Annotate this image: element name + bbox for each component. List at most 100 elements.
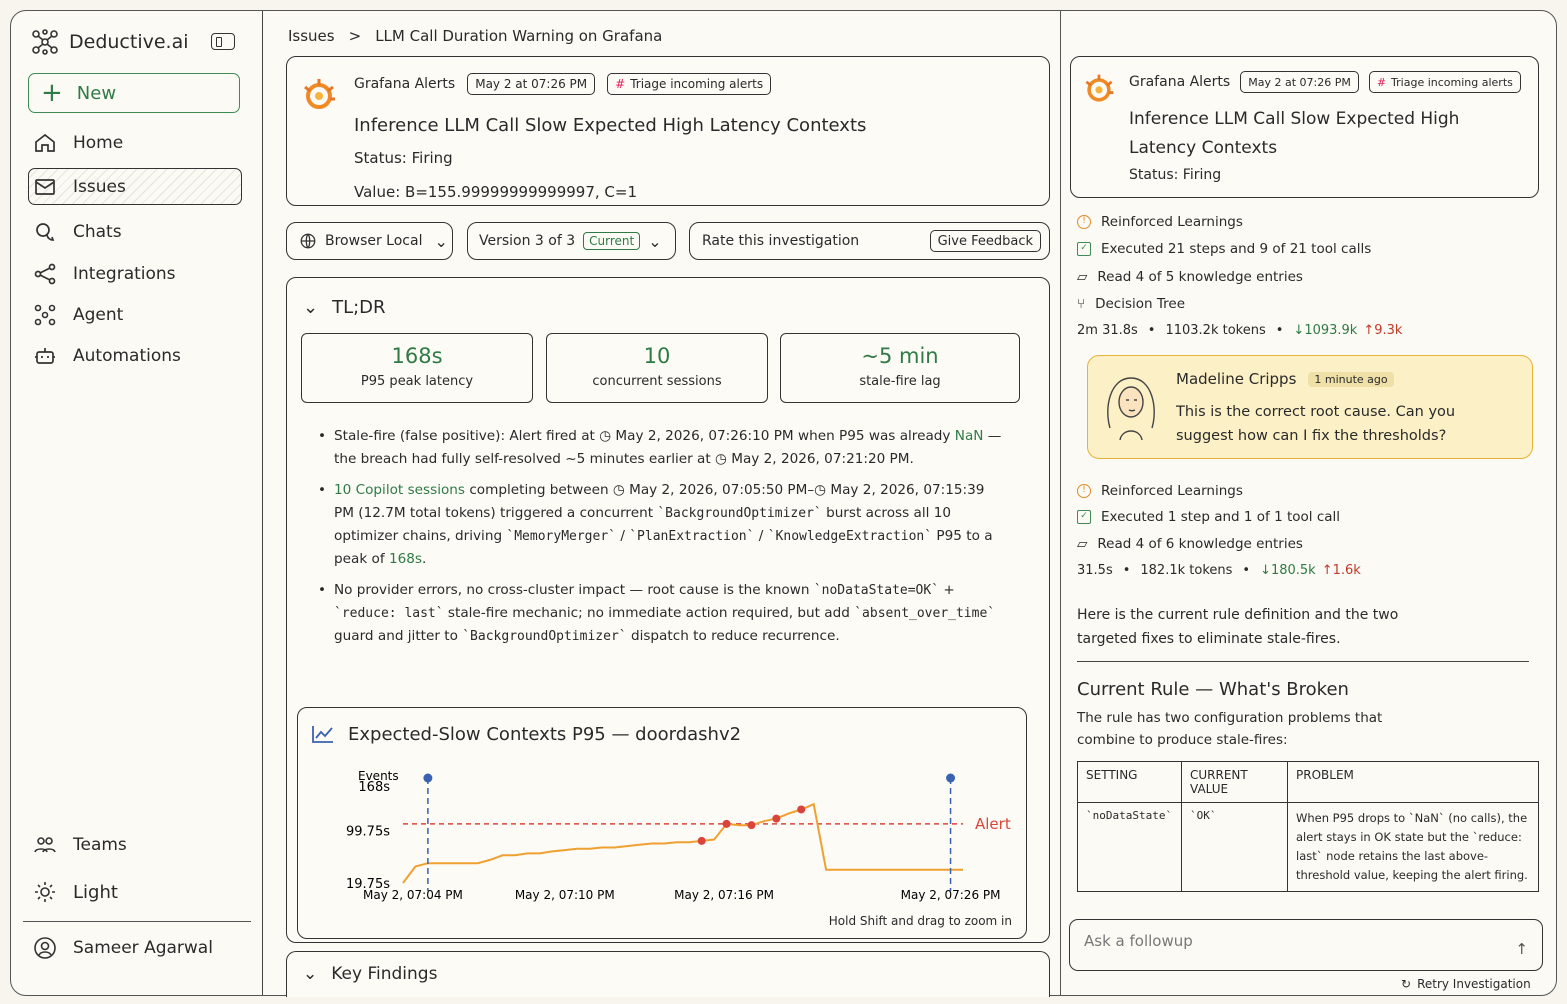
clock-icon: ◷ — [814, 482, 827, 498]
reinforced-learnings[interactable]: ! Reinforced Learnings — [1077, 483, 1243, 499]
current-version-badge: Current — [583, 232, 641, 250]
app-window: Deductive.ai + New Home Issues Chats Inte… — [10, 10, 1557, 997]
y-tick-label: 168s — [358, 780, 390, 795]
copilot-sessions-link[interactable]: 10 Copilot sessions — [334, 482, 465, 498]
panel-divider — [1060, 11, 1061, 995]
theme-label: Light — [73, 881, 118, 903]
tldr-list: Stale-fire (false positive): Alert fired… — [316, 425, 1006, 656]
tldr-toggle[interactable]: ⌄ TL;DR — [303, 297, 386, 318]
followup-placeholder: Ask a followup — [1084, 932, 1193, 950]
sidebar-item-label: Agent — [73, 305, 124, 325]
workflow-label: Triage incoming alerts — [1391, 75, 1513, 89]
stat-card: ~5 min stale-fire lag — [780, 333, 1020, 403]
executed-steps[interactable]: ✓ Executed 21 steps and 9 of 21 tool call… — [1077, 241, 1371, 257]
alert-status: Status: Firing — [1129, 167, 1222, 183]
chevron-down-icon: ⌄ — [303, 297, 319, 318]
data-point — [772, 814, 781, 823]
sidebar-item-chats[interactable]: Chats — [33, 220, 122, 244]
sidebar-item-automations[interactable]: Automations — [33, 344, 181, 368]
data-point — [797, 805, 806, 814]
x-tick-label: May 2, 07:10 PM — [515, 888, 615, 902]
slack-icon: # — [615, 77, 626, 91]
alert-title: Inference LLM Call Slow Expected High La… — [354, 115, 867, 136]
data-point — [697, 836, 706, 845]
clock-icon: ◷ — [715, 451, 727, 467]
step-label: Decision Tree — [1095, 296, 1186, 312]
line-chart[interactable]: Events168s99.75s19.75sAlertMay 2, 07:04 … — [298, 758, 1026, 938]
x-tick-label: May 2, 07:04 PM — [363, 888, 463, 902]
sidebar-toggle-icon[interactable] — [211, 33, 235, 50]
check-square-icon: ✓ — [1077, 242, 1091, 256]
send-arrow-icon[interactable]: ↑ — [1515, 940, 1528, 958]
sidebar-item-label: Chats — [73, 222, 122, 242]
home-icon — [35, 133, 55, 152]
rule-description: The rule has two configuration problems … — [1077, 710, 1383, 748]
theme-toggle[interactable]: Light — [33, 880, 118, 904]
avatar — [1107, 377, 1155, 441]
workflow-badge[interactable]: # Triage incoming alerts — [1368, 71, 1521, 93]
table-cell: `OK` — [1181, 802, 1288, 892]
sidebar-item-label: Automations — [73, 346, 181, 366]
reinforced-learnings[interactable]: ! Reinforced Learnings — [1077, 214, 1243, 230]
commenter-name: Madeline Cripps — [1176, 370, 1297, 388]
stat-label: concurrent sessions — [592, 374, 722, 389]
x-tick-label: May 2, 07:16 PM — [674, 888, 774, 902]
sidebar: Deductive.ai + New Home Issues Chats Inte… — [11, 11, 263, 995]
knowledge-entries[interactable]: ▱ Read 4 of 6 knowledge entries — [1077, 536, 1303, 552]
section-divider — [1077, 661, 1529, 662]
workflow-label: Triage incoming alerts — [630, 77, 764, 91]
chevron-down-icon: ⌄ — [434, 231, 448, 251]
user-profile[interactable]: Sameer Agarwal — [33, 936, 213, 960]
sidebar-item-label: Home — [73, 133, 124, 153]
environment-select[interactable]: Browser Local ⌄ — [286, 222, 453, 260]
workflow-badge[interactable]: # Triage incoming alerts — [607, 73, 772, 95]
tokens-out: ↑1.6k — [1321, 563, 1361, 578]
stat-label: P95 peak latency — [360, 374, 474, 389]
logo[interactable]: Deductive.ai — [31, 29, 189, 55]
chat-icon — [36, 223, 55, 241]
chart-title: Expected-Slow Contexts P95 — doordashv2 — [348, 724, 742, 745]
globe-icon — [300, 233, 316, 249]
clock-icon: ◷ — [612, 482, 625, 498]
key-findings-panel[interactable]: ⌄ Key Findings — [286, 951, 1050, 997]
tokens-out: ↑9.3k — [1363, 323, 1403, 338]
breadcrumb-issues[interactable]: Issues — [288, 27, 335, 45]
version-label: Version 3 of 3 — [479, 233, 576, 249]
step-label: Executed 1 step and 1 of 1 tool call — [1101, 509, 1341, 525]
chart-card: Expected-Slow Contexts P95 — doordashv2 … — [297, 707, 1027, 939]
alert-card: Grafana Alerts May 2 at 07:26 PM # Triage… — [286, 56, 1050, 206]
comment-time: 1 minute ago — [1308, 371, 1394, 387]
book-icon: ▱ — [1077, 536, 1088, 552]
new-button[interactable]: + New — [28, 73, 240, 113]
breadcrumb: Issues > LLM Call Duration Warning on Gr… — [288, 27, 662, 45]
alert-source: Grafana Alerts — [1129, 74, 1231, 90]
alert-circle-icon: ! — [1077, 215, 1091, 229]
sidebar-item-issues[interactable]: Issues — [33, 175, 126, 199]
sidebar-item-label: Issues — [73, 177, 126, 197]
grafana-logo-icon — [1085, 74, 1114, 102]
alert-circle-icon: ! — [1077, 484, 1091, 498]
retry-label: Retry Investigation — [1417, 977, 1531, 991]
give-feedback-button[interactable]: Give Feedback — [929, 230, 1041, 252]
version-select[interactable]: Version 3 of 3 Current ⌄ — [467, 222, 676, 260]
sidebar-item-teams[interactable]: Teams — [33, 833, 127, 857]
series-line — [402, 802, 963, 884]
sidebar-item-integrations[interactable]: Integrations — [33, 262, 176, 286]
y-tick-label: 99.75s — [346, 825, 390, 840]
agent-icon — [34, 304, 56, 326]
retry-button[interactable]: ↻ Retry Investigation — [1401, 977, 1531, 991]
sidebar-item-home[interactable]: Home — [33, 131, 123, 155]
check-square-icon: ✓ — [1077, 510, 1091, 524]
followup-input[interactable]: Ask a followup ↑ — [1069, 919, 1543, 971]
user-name: Sameer Agarwal — [73, 938, 213, 958]
decision-tree[interactable]: ⑂ Decision Tree — [1077, 296, 1185, 312]
knowledge-entries[interactable]: ▱ Read 4 of 5 knowledge entries — [1077, 269, 1303, 285]
list-item: No provider errors, no cross-cluster imp… — [316, 579, 1006, 648]
value-label: Value: — [354, 183, 401, 201]
event-marker — [946, 773, 956, 783]
app-name: Deductive.ai — [69, 31, 189, 53]
sidebar-item-agent[interactable]: Agent — [33, 303, 123, 327]
plus-icon: + — [41, 78, 63, 108]
executed-steps[interactable]: ✓ Executed 1 step and 1 of 1 tool call — [1077, 509, 1340, 525]
tree-icon: ⑂ — [1077, 296, 1086, 312]
